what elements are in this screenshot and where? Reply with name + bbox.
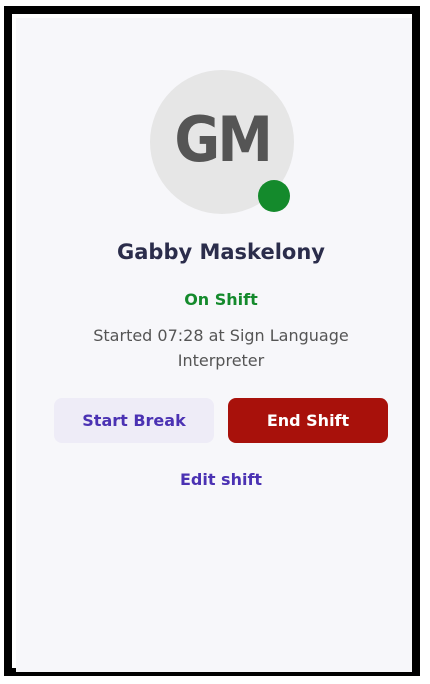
shift-detail: Started 07:28 at Sign Language Interpret… [93, 326, 349, 370]
window-frame: GM Gabby Maskelony On Shift Started 07:2… [4, 6, 420, 676]
employee-name: Gabby Maskelony [117, 240, 325, 264]
online-status-dot [258, 180, 290, 212]
end-shift-button[interactable]: End Shift [228, 398, 388, 443]
start-break-label: Start Break [82, 411, 186, 430]
edit-shift-link[interactable]: Edit shift [16, 470, 426, 489]
shift-card: GM Gabby Maskelony On Shift Started 07:2… [16, 18, 412, 672]
avatar-initials: GM [174, 102, 273, 176]
start-break-button[interactable]: Start Break [54, 398, 214, 443]
end-shift-label: End Shift [266, 411, 350, 430]
shift-status: On Shift [184, 290, 258, 309]
